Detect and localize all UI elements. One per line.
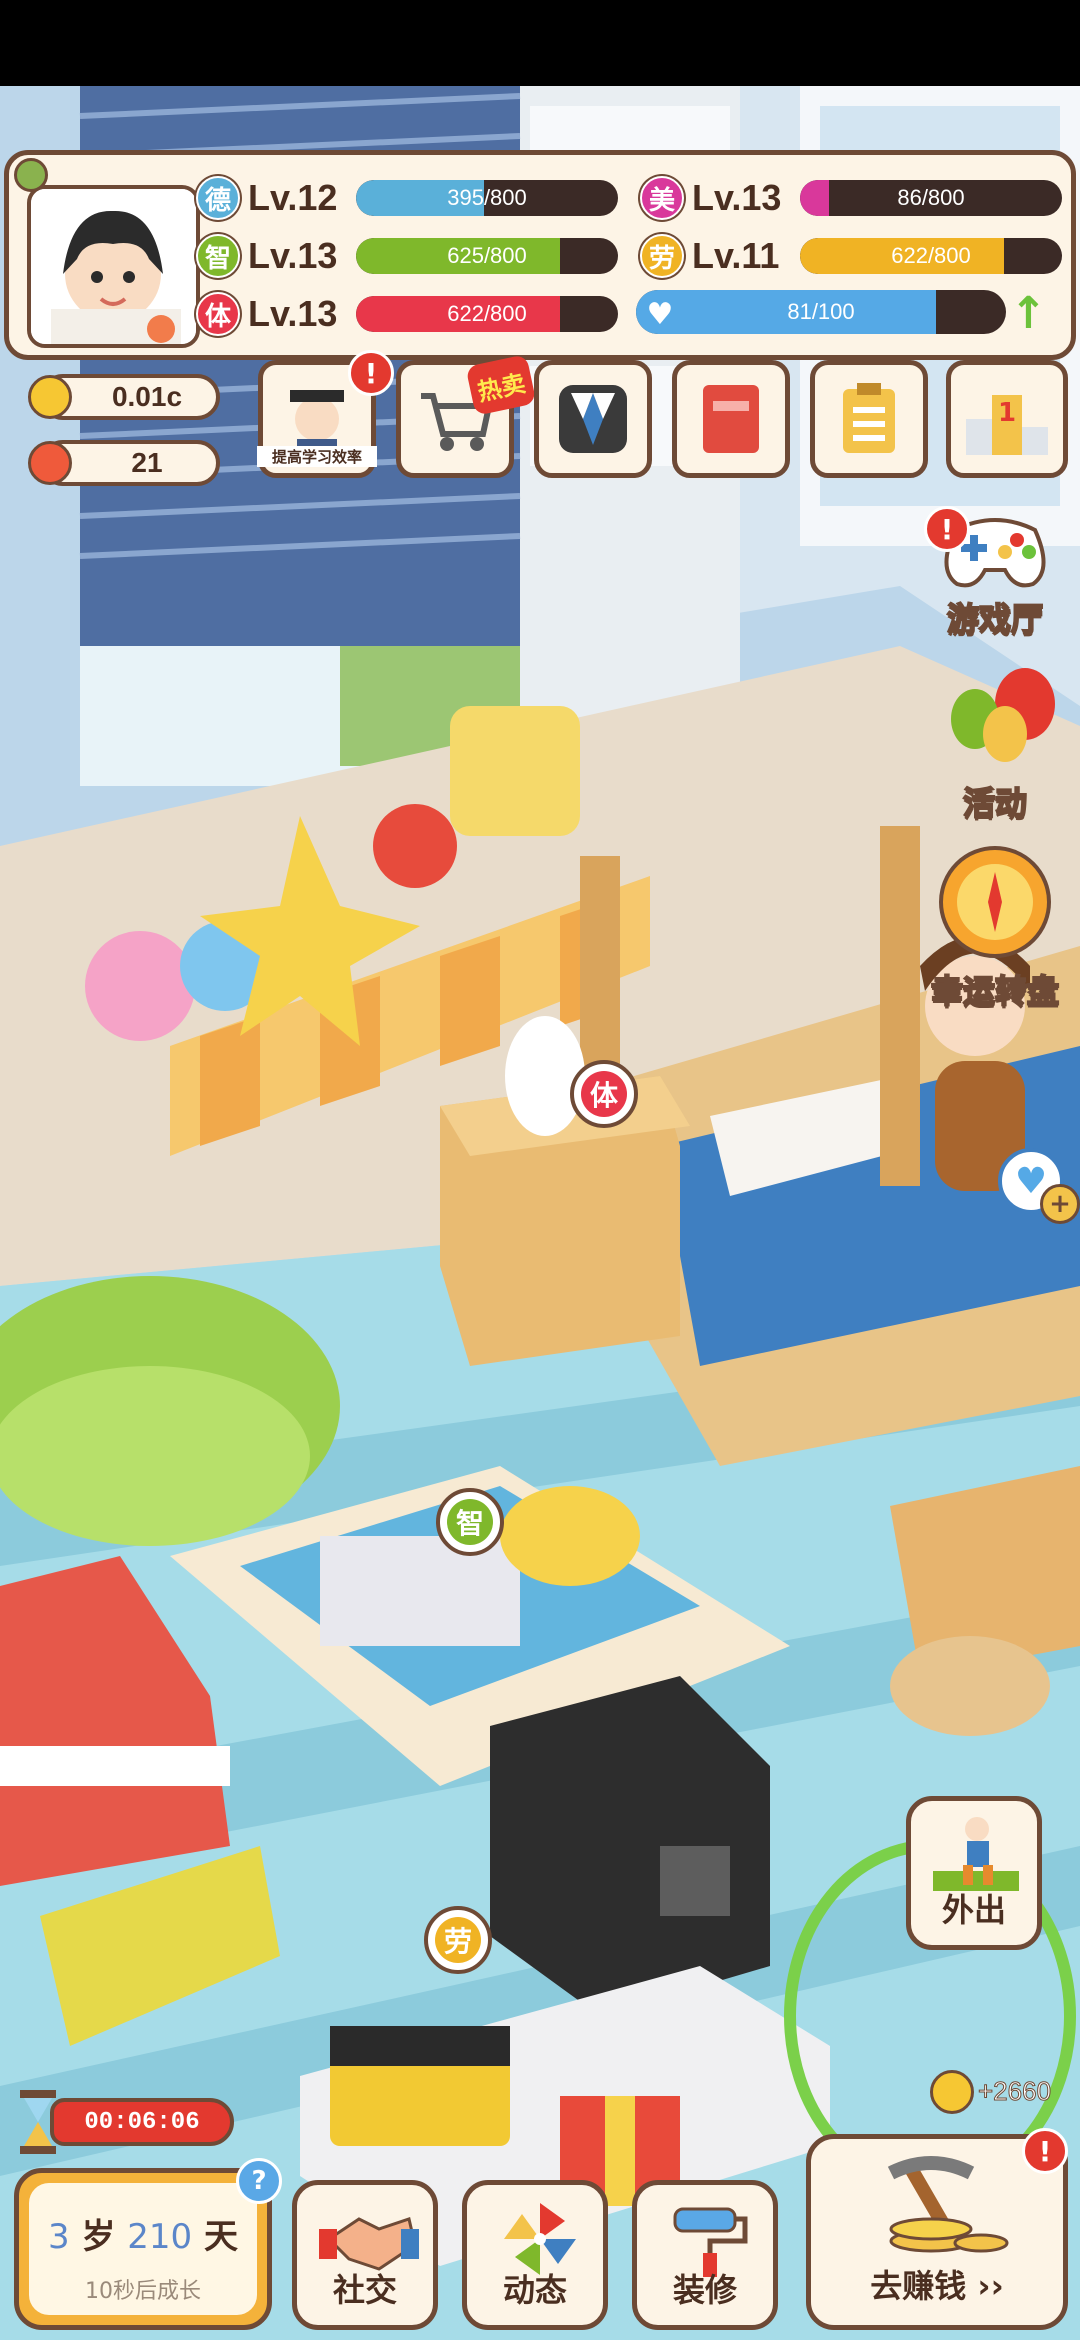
heart-icon: ♥ <box>646 296 674 332</box>
grow-hint: 10秒后成长 <box>85 2279 201 2304</box>
stat-heart: 81/100 ♥ <box>636 290 1006 334</box>
ranking-button[interactable]: 1 <box>946 360 1068 478</box>
level-up-arrow-icon[interactable]: ↑ <box>1010 288 1047 339</box>
ti-progress-text: 622/800 <box>447 301 527 326</box>
coin-amount: 0.01c <box>111 381 183 412</box>
coin-icon <box>28 375 72 419</box>
go-out-button[interactable]: 外出 <box>906 1796 1042 1950</box>
podium-icon: 1 <box>966 395 1048 455</box>
age-years: 3 <box>47 2217 70 2257</box>
ti-bubble-label: 体 <box>581 1071 627 1117</box>
flower-amount: 21 <box>131 447 163 478</box>
bubble-zhi[interactable]: 智 <box>436 1488 504 1556</box>
stat-mei: 美 Lv.13 86/800 <box>640 176 1062 220</box>
stat-lao: 劳 Lv.11 622/800 <box>640 234 1062 278</box>
moments-button[interactable]: 动态 <box>462 2180 608 2330</box>
mei-progress-bar: 86/800 <box>800 180 1062 216</box>
status-bar <box>0 0 1080 86</box>
earn-money-label: 去赚钱 ›› <box>870 2267 1004 2305</box>
de-progress-text: 395/800 <box>447 185 527 210</box>
help-icon[interactable]: ? <box>236 2158 282 2204</box>
activity-button[interactable]: 活动 <box>910 664 1080 824</box>
lao-progress-text: 622/800 <box>891 243 971 268</box>
notebook-button[interactable] <box>672 360 790 478</box>
age-year-unit: 岁 <box>81 2217 116 2257</box>
leaf-icon <box>14 158 48 192</box>
game-scene: 德 Lv.12 395/800 智 Lv.13 625/800 体 Lv.13 … <box>0 0 1080 2340</box>
balloons-icon <box>951 668 1055 762</box>
clipboard-icon <box>843 383 895 453</box>
game-hall-alert-badge: ! <box>924 506 970 552</box>
age-display: 3 岁 210 天 <box>19 2209 267 2258</box>
zhi-icon: 智 <box>196 234 240 278</box>
zhi-progress-text: 625/800 <box>447 243 527 268</box>
stat-zhi: 智 Lv.13 625/800 <box>196 234 618 278</box>
hourglass-icon <box>18 2090 58 2154</box>
moments-label: 动态 <box>502 2271 567 2309</box>
study-efficiency-label: 提高学习效率 <box>257 446 377 467</box>
decorate-button[interactable]: 装修 <box>632 2180 778 2330</box>
lao-icon: 劳 <box>640 234 684 278</box>
add-icon[interactable]: + <box>1040 1184 1080 1224</box>
earn-alert-badge: ! <box>1022 2128 1068 2174</box>
ti-icon: 体 <box>196 292 240 336</box>
ti-progress-bar: 622/800 <box>356 296 618 332</box>
mei-level: Lv.13 <box>692 177 782 218</box>
flower-icon <box>28 441 72 485</box>
zhi-bubble-label: 智 <box>447 1499 493 1545</box>
reward-amount[interactable]: +2660 <box>977 2076 1051 2107</box>
lucky-wheel-button[interactable]: 幸运转盘 <box>910 842 1080 1012</box>
wardrobe-button[interactable] <box>534 360 652 478</box>
book-icon <box>703 385 759 453</box>
heart-progress-bar: 81/100 <box>636 290 1006 334</box>
age-card[interactable]: 3 岁 210 天 10秒后成长 <box>14 2168 272 2330</box>
mei-progress-text: 86/800 <box>897 185 965 210</box>
de-icon: 德 <box>196 176 240 220</box>
avatar-portrait <box>31 189 196 344</box>
reward-coin-icon <box>930 2070 974 2114</box>
countdown-timer: 00:06:06 <box>50 2098 234 2146</box>
lao-progress-bar: 622/800 <box>800 238 1062 274</box>
game-hall-label: 游戏厅 <box>946 599 1044 639</box>
lao-bubble-label: 劳 <box>435 1917 481 1963</box>
stat-de: 德 Lv.12 395/800 <box>196 176 618 220</box>
mei-icon: 美 <box>640 176 684 220</box>
bubble-ti[interactable]: 体 <box>570 1060 638 1128</box>
de-level: Lv.12 <box>248 177 338 218</box>
study-alert-badge: ! <box>348 350 394 396</box>
teacher-icon <box>290 390 344 454</box>
suit-icon <box>559 385 627 453</box>
lucky-wheel-icon <box>939 846 1051 958</box>
zhi-level: Lv.13 <box>248 235 338 276</box>
player-avatar[interactable] <box>27 185 200 348</box>
go-out-label: 外出 <box>941 1891 1006 1929</box>
decorate-label: 装修 <box>672 2271 737 2309</box>
lucky-wheel-label: 幸运转盘 <box>930 971 1060 1011</box>
age-day-unit: 天 <box>204 2217 239 2257</box>
walking-person-icon <box>933 1817 1019 1891</box>
ti-level: Lv.13 <box>248 293 338 334</box>
social-button[interactable]: 社交 <box>292 2180 438 2330</box>
heart-progress-text: 81/100 <box>787 299 855 324</box>
pickaxe-coins-icon <box>887 2156 1009 2253</box>
zhi-progress-bar: 625/800 <box>356 238 618 274</box>
de-progress-bar: 395/800 <box>356 180 618 216</box>
activity-label: 活动 <box>962 783 1028 823</box>
social-label: 社交 <box>332 2271 397 2309</box>
age-days: 210 <box>127 2217 193 2257</box>
rank-number: 1 <box>998 398 1016 428</box>
lao-level: Lv.11 <box>692 235 780 276</box>
bubble-lao[interactable]: 劳 <box>424 1906 492 1974</box>
tasks-button[interactable] <box>810 360 928 478</box>
stat-ti: 体 Lv.13 622/800 <box>196 292 618 336</box>
